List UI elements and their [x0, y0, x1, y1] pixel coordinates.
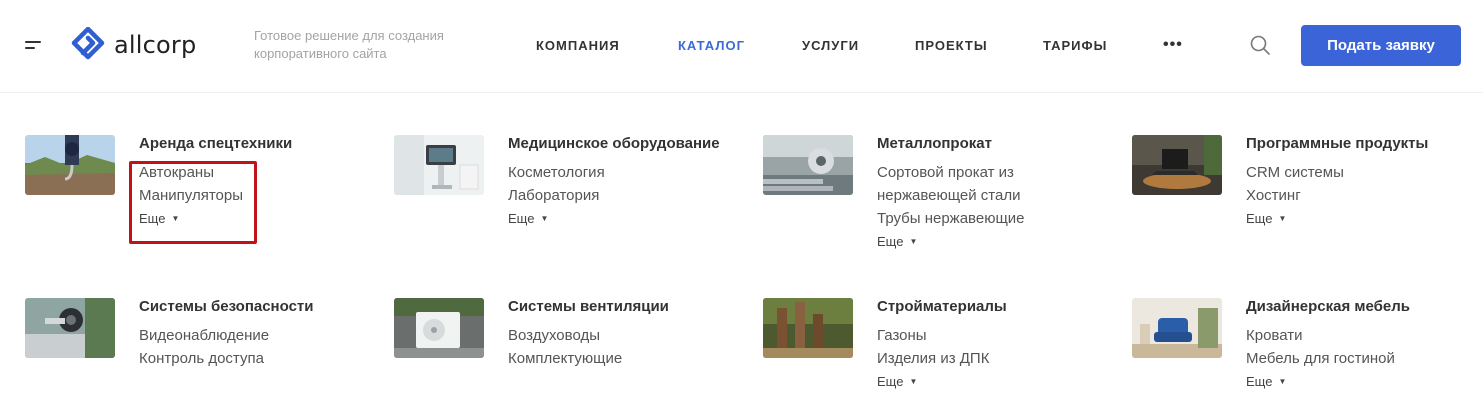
site-tagline: Готовое решение для создания корпоративн…	[254, 28, 444, 61]
catalog-title[interactable]: Системы вентиляции	[508, 298, 748, 316]
cctv-camera-photo[interactable]	[25, 298, 115, 358]
more-dropdown[interactable]: Еще ▼	[877, 233, 917, 251]
catalog-body: Металлопрокат Сортовой прокат из нержаве…	[877, 135, 1117, 251]
catalog-link[interactable]: Хостинг	[1246, 184, 1483, 207]
catalog-link[interactable]: Мебель для гостиной	[1246, 347, 1483, 370]
catalog-body: Программные продукты CRM системы Хостинг…	[1246, 135, 1483, 228]
more-dropdown[interactable]: Еще ▼	[877, 373, 917, 391]
nav-item-services[interactable]: УСЛУГИ	[802, 37, 859, 55]
catalog-body: Стройматериалы Газоны Изделия из ДПК Еще…	[877, 298, 1117, 391]
caret-down-icon: ▼	[1278, 377, 1287, 386]
nav-item-tariffs[interactable]: ТАРИФЫ	[1043, 37, 1107, 55]
catalog-title[interactable]: Программные продукты	[1246, 135, 1483, 153]
ac-unit-photo[interactable]	[394, 298, 484, 358]
catalog-body: Аренда спецтехники Автокраны Манипулятор…	[139, 135, 379, 228]
more-label: Еще	[508, 211, 535, 226]
catalog-title[interactable]: Стройматериалы	[877, 298, 1117, 316]
catalog-body: Медицинское оборудование Косметология Ла…	[508, 135, 748, 228]
armchair-photo[interactable]	[1132, 298, 1222, 358]
crane-hook-photo[interactable]	[25, 135, 115, 195]
submit-request-button[interactable]: Подать заявку	[1301, 25, 1461, 66]
caret-down-icon: ▼	[540, 214, 549, 223]
nav-item-catalog[interactable]: КАТАЛОГ	[678, 37, 745, 55]
more-label: Еще	[877, 234, 904, 249]
catalog-link[interactable]: Воздуховоды	[508, 324, 748, 347]
catalog-link[interactable]: Комплектующие	[508, 347, 748, 370]
more-dropdown[interactable]: Еще ▼	[1246, 373, 1286, 391]
catalog-link[interactable]: Лаборатория	[508, 184, 748, 207]
catalog-link[interactable]: Изделия из ДПК	[877, 347, 1117, 370]
nav-item-company[interactable]: КОМПАНИЯ	[536, 37, 620, 55]
search-icon[interactable]	[1249, 34, 1271, 56]
catalog-body: Дизайнерская мебель Кровати Мебель для г…	[1246, 298, 1483, 391]
allcorp-logo-icon	[71, 27, 105, 60]
catalog-link[interactable]: CRM системы	[1246, 161, 1483, 184]
catalog-body: Системы безопасности Видеонаблюдение Кон…	[139, 298, 379, 370]
catalog-link[interactable]: Манипуляторы	[139, 184, 379, 207]
catalog-title[interactable]: Дизайнерская мебель	[1246, 298, 1483, 316]
catalog-link[interactable]: Видеонаблюдение	[139, 324, 379, 347]
more-label: Еще	[1246, 211, 1273, 226]
catalog-title[interactable]: Металлопрокат	[877, 135, 1117, 153]
catalog-title[interactable]: Аренда спецтехники	[139, 135, 379, 153]
catalog-link[interactable]: Газоны	[877, 324, 1117, 347]
catalog-link[interactable]: Контроль доступа	[139, 347, 379, 370]
more-dropdown[interactable]: Еще ▼	[508, 210, 548, 228]
nav-item-projects[interactable]: ПРОЕКТЫ	[915, 37, 988, 55]
catalog-link[interactable]: Сортовой прокат из нержавеющей стали	[877, 161, 1047, 207]
steel-pipes-photo[interactable]	[763, 135, 853, 195]
caret-down-icon: ▼	[171, 214, 180, 223]
catalog-title[interactable]: Системы безопасности	[139, 298, 379, 316]
wood-posts-photo[interactable]	[763, 298, 853, 358]
nav-more-icon[interactable]: •••	[1163, 37, 1183, 53]
catalog-link[interactable]: Кровати	[1246, 324, 1483, 347]
hamburger-icon[interactable]	[25, 40, 43, 52]
catalog-link[interactable]: Косметология	[508, 161, 748, 184]
catalog-title[interactable]: Медицинское оборудование	[508, 135, 748, 153]
catalog-body: Системы вентиляции Воздуховоды Комплекту…	[508, 298, 748, 370]
logo-text: allcorp	[114, 31, 197, 59]
site-header: allcorp Готовое решение для создания кор…	[0, 0, 1483, 92]
medical-device-photo[interactable]	[394, 135, 484, 195]
caret-down-icon: ▼	[909, 377, 918, 386]
more-label: Еще	[139, 211, 166, 226]
laptop-photo[interactable]	[1132, 135, 1222, 195]
more-dropdown[interactable]: Еще ▼	[1246, 210, 1286, 228]
caret-down-icon: ▼	[1278, 214, 1287, 223]
more-label: Еще	[1246, 374, 1273, 389]
catalog-link[interactable]: Трубы нержавеющие	[877, 207, 1117, 230]
site-logo[interactable]: allcorp	[71, 27, 196, 63]
caret-down-icon: ▼	[909, 237, 918, 246]
more-label: Еще	[877, 374, 904, 389]
catalog-link[interactable]: Автокраны	[139, 161, 379, 184]
more-dropdown[interactable]: Еще ▼	[139, 210, 179, 228]
